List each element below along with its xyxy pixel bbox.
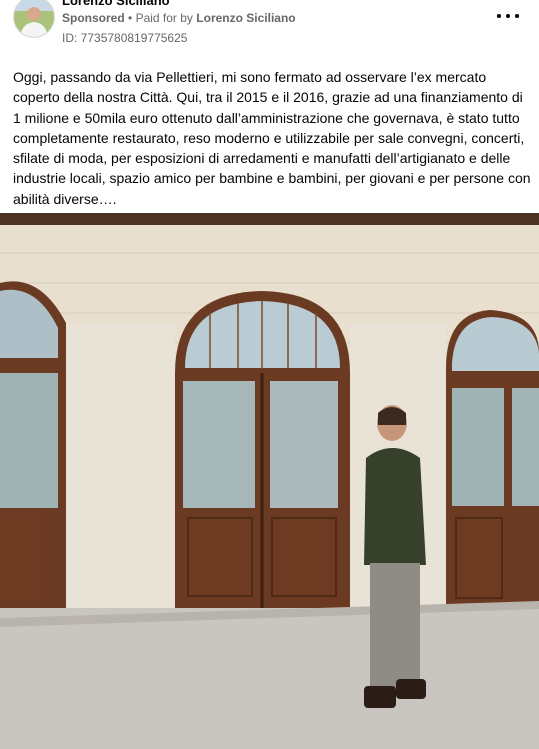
sponsored-label[interactable]: Sponsored [62,11,125,25]
more-options-icon[interactable] [497,8,519,24]
author-name[interactable]: Lorenzo Siciliano [62,0,170,8]
post-header: Lorenzo Siciliano Sponsored • Paid for b… [0,0,539,52]
post-text: Oggi, passando da via Pellettieri, mi so… [13,69,531,207]
ad-id: ID: 7735780819775625 [62,31,188,45]
post-photo[interactable] [0,213,539,749]
paid-for-name[interactable]: Lorenzo Siciliano [196,11,295,25]
sponsored-line: Sponsored • Paid for by Lorenzo Sicilian… [62,11,296,25]
avatar-image [14,0,54,37]
author-avatar[interactable] [13,0,55,38]
separator: • [128,11,133,25]
paid-for-prefix: Paid for by [135,11,193,25]
